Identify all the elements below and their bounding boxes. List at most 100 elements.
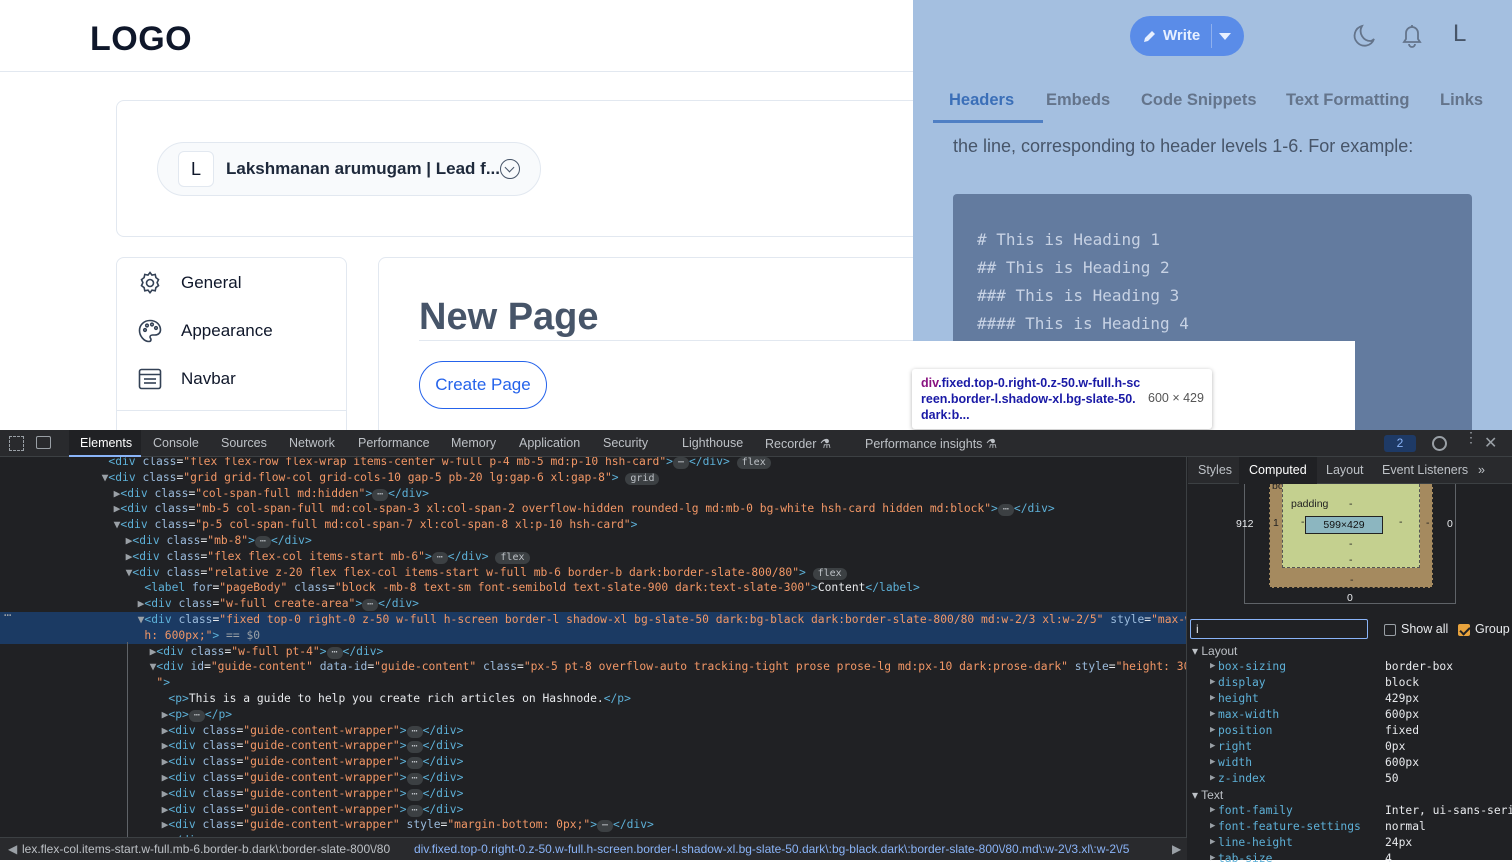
computed-property-row[interactable]: ▶ width 600px xyxy=(1188,756,1512,772)
tab-lighthouse[interactable]: Lighthouse xyxy=(682,436,743,450)
sidebar-item-general[interactable]: General xyxy=(137,268,337,298)
expand-arrow-icon[interactable]: ▶ xyxy=(1210,821,1215,831)
property-group-header[interactable]: ▾ Layout xyxy=(1192,644,1237,658)
computed-property-row[interactable]: ▶ tab-size 4 xyxy=(1188,852,1512,868)
bell-icon[interactable] xyxy=(1399,22,1425,50)
page-title[interactable]: New Page xyxy=(419,296,599,339)
tab-layout[interactable]: Layout xyxy=(1326,463,1364,477)
sidebar-item-appearance[interactable]: Appearance xyxy=(137,316,337,346)
dom-node-row[interactable]: <div class="flex flex-row flex-wrap item… xyxy=(0,457,1186,470)
tab-memory[interactable]: Memory xyxy=(451,436,496,450)
logo[interactable]: LOGO xyxy=(90,20,192,59)
tab-application[interactable]: Application xyxy=(519,436,580,450)
expand-arrow-icon[interactable]: ▶ xyxy=(1210,805,1215,815)
sidebar-item-navbar[interactable]: Navbar xyxy=(137,364,337,394)
dom-node-row[interactable]: ▼<div class="p-5 col-span-full md:col-sp… xyxy=(0,517,1186,533)
expand-arrow-icon[interactable]: ▶ xyxy=(1210,757,1215,767)
tab-sources[interactable]: Sources xyxy=(221,436,267,450)
expand-arrow-icon[interactable]: ▶ xyxy=(1210,661,1215,671)
tab-headers[interactable]: Headers xyxy=(949,91,1014,110)
dom-node-row[interactable]: ▶<div class="w-full pt-4"> ⋯ </div> xyxy=(0,644,1186,660)
property-group-header[interactable]: ▾ Text xyxy=(1192,788,1223,802)
expand-arrow-icon[interactable]: ▶ xyxy=(1210,693,1215,703)
dom-node-row[interactable]: <label for="pageBody" class="block -mb-8… xyxy=(0,580,1186,596)
computed-property-row[interactable]: ▶ line-height 24px xyxy=(1188,836,1512,852)
row-menu-icon[interactable]: ⋯ xyxy=(4,608,11,622)
dom-node-row[interactable]: ▶<div class="mb-8"> ⋯ </div> xyxy=(0,533,1186,549)
dom-node-row[interactable]: ▶<div class="mb-5 col-span-full md:col-s… xyxy=(0,501,1186,517)
dom-node-row[interactable]: ▶<div class="guide-content-wrapper"> ⋯ </d… xyxy=(0,738,1186,754)
elements-dom-tree[interactable]: <div class="flex flex-row flex-wrap item… xyxy=(0,457,1187,837)
caret-down-icon[interactable] xyxy=(1219,33,1231,40)
filter-input[interactable]: i xyxy=(1190,619,1368,639)
expand-arrow-icon[interactable]: ▶ xyxy=(1210,773,1215,783)
computed-property-row[interactable]: ▶ position fixed xyxy=(1188,724,1512,740)
device-toolbar-icon[interactable] xyxy=(36,436,51,449)
dom-node-row[interactable]: h: 600px;"> == $0 xyxy=(0,627,1186,644)
settings-gear-icon[interactable] xyxy=(1432,436,1447,451)
dom-node-row[interactable]: ▶<div class="guide-content-wrapper"> ⋯ </d… xyxy=(0,754,1186,770)
dom-node-row[interactable]: ▶<div class="guide-content-wrapper" styl… xyxy=(0,817,1186,833)
tab-event-listeners[interactable]: Event Listeners xyxy=(1382,463,1468,477)
tab-embeds[interactable]: Embeds xyxy=(1046,91,1110,110)
tab-performance[interactable]: Performance xyxy=(358,436,430,450)
computed-property-row[interactable]: ▶ font-family Inter, ui-sans-seri xyxy=(1188,804,1512,820)
avatar[interactable]: L xyxy=(1453,20,1466,48)
more-vertical-icon[interactable]: ⋮ xyxy=(1464,430,1478,451)
dom-node-row[interactable]: ▼<div class="fixed top-0 right-0 z-50 w-… xyxy=(0,612,1186,628)
computed-property-row[interactable]: ▶ z-index 50 xyxy=(1188,772,1512,788)
tab-code-snippets[interactable]: Code Snippets xyxy=(1141,91,1257,110)
blog-switcher[interactable]: L Lakshmanan arumugam | Lead f... xyxy=(157,142,541,196)
dom-node-row[interactable]: ▶<div class="col-span-full md:hidden"> ⋯ <… xyxy=(0,486,1186,502)
expand-arrow-icon[interactable]: ▶ xyxy=(1210,853,1215,863)
expand-arrow-icon[interactable]: ▶ xyxy=(1210,741,1215,751)
computed-property-row[interactable]: ▶ box-sizing border-box xyxy=(1188,660,1512,676)
dom-node-row[interactable]: ▼<div id="guide-content" data-id="guide-… xyxy=(0,659,1186,675)
tab-security[interactable]: Security xyxy=(603,436,648,450)
breadcrumb-item[interactable]: lex.flex-col.items-start.w-full.mb-6.bor… xyxy=(22,842,390,856)
dom-node-row[interactable]: ▼<div class="relative z-20 flex flex-col… xyxy=(0,565,1186,581)
tab-network[interactable]: Network xyxy=(289,436,335,450)
tab-computed[interactable]: Computed xyxy=(1249,463,1307,477)
dom-node-row[interactable]: ▶<div class="guide-content-wrapper"> ⋯ </d… xyxy=(0,802,1186,818)
tab-performance-insights[interactable]: Performance insights ⚗ xyxy=(865,436,997,451)
issues-badge[interactable]: 2 xyxy=(1384,435,1416,452)
dom-node-row[interactable]: ▼<div class="grid grid-flow-col grid-col… xyxy=(0,470,1186,486)
chevron-down-icon[interactable] xyxy=(500,159,520,179)
breadcrumb-item-active[interactable]: div.fixed.top-0.right-0.z-50.w-full.h-sc… xyxy=(414,842,1129,856)
show-all-checkbox[interactable] xyxy=(1384,624,1396,636)
tab-recorder[interactable]: Recorder ⚗ xyxy=(765,436,831,451)
dom-node-row[interactable]: ▶<div class="guide-content-wrapper"> ⋯ </d… xyxy=(0,786,1186,802)
computed-property-row[interactable]: ▶ right 0px xyxy=(1188,740,1512,756)
moon-icon[interactable] xyxy=(1351,22,1377,50)
property-name: right xyxy=(1218,740,1253,753)
computed-property-row[interactable]: ▶ font-feature-settings normal xyxy=(1188,820,1512,836)
dom-node-row[interactable]: ▶<div class="flex flex-col items-start m… xyxy=(0,549,1186,565)
tab-styles[interactable]: Styles xyxy=(1198,463,1232,477)
dom-node-row[interactable]: ▶<div class="guide-content-wrapper"> ⋯ </d… xyxy=(0,723,1186,739)
expand-arrow-icon[interactable]: ▶ xyxy=(1210,725,1215,735)
tab-console[interactable]: Console xyxy=(153,436,199,450)
dom-node-row[interactable]: "> xyxy=(0,675,1186,691)
tab-text-formatting[interactable]: Text Formatting xyxy=(1286,91,1409,110)
expand-arrow-icon[interactable]: ▶ xyxy=(1210,837,1215,847)
dom-node-row[interactable]: ▶<div class="w-full create-area"> ⋯ </div> xyxy=(0,596,1186,612)
computed-property-row[interactable]: ▶ display block xyxy=(1188,676,1512,692)
group-checkbox[interactable] xyxy=(1458,624,1470,636)
create-page-button[interactable]: Create Page xyxy=(419,361,547,409)
computed-property-row[interactable]: ▶ max-width 600px xyxy=(1188,708,1512,724)
scroll-left-icon[interactable]: ◀ xyxy=(8,842,17,856)
computed-property-row[interactable]: ▶ height 429px xyxy=(1188,692,1512,708)
tab-elements[interactable]: Elements xyxy=(80,436,132,450)
scroll-right-icon[interactable]: ▶ xyxy=(1172,842,1181,856)
write-button[interactable]: Write xyxy=(1130,16,1244,56)
expand-arrow-icon[interactable]: ▶ xyxy=(1210,709,1215,719)
close-icon[interactable]: ✕ xyxy=(1484,433,1497,453)
dom-node-row[interactable]: <p>This is a guide to help you create ri… xyxy=(0,691,1186,707)
dom-node-row[interactable]: ▶<div class="guide-content-wrapper"> ⋯ </d… xyxy=(0,770,1186,786)
dom-node-row[interactable]: ▶<p> ⋯ </p> xyxy=(0,707,1186,723)
expand-arrow-icon[interactable]: ▶ xyxy=(1210,677,1215,687)
inspect-element-icon[interactable] xyxy=(9,436,24,451)
tab-overflow[interactable]: » xyxy=(1478,463,1485,477)
tab-links[interactable]: Links xyxy=(1440,91,1483,110)
